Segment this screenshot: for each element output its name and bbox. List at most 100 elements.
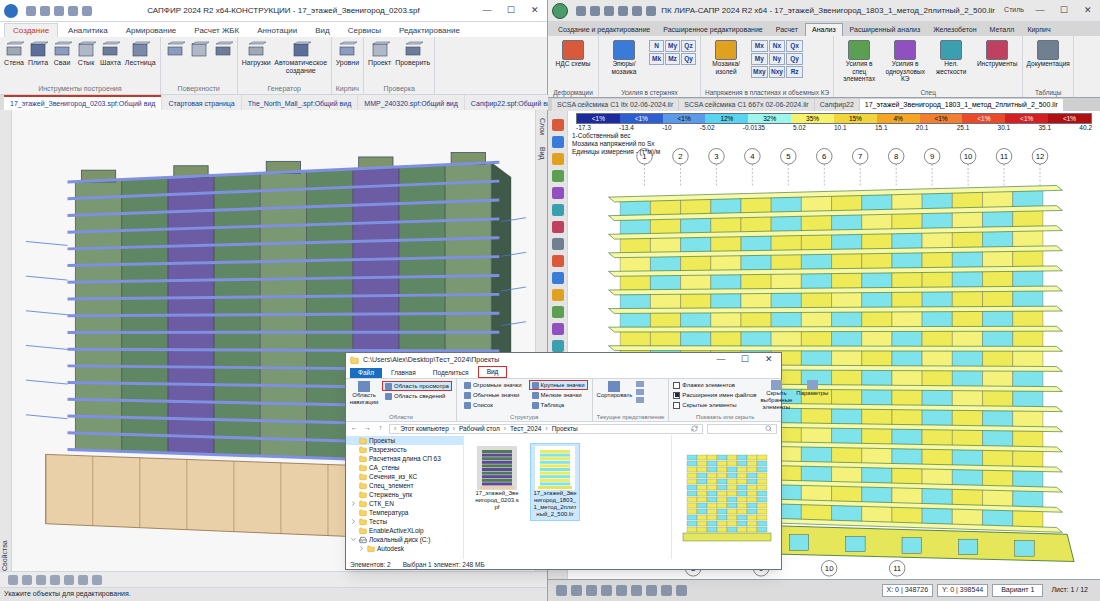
hide-selected-button[interactable]: Скрыть выбранные элементы — [760, 380, 792, 413]
force-glyph-button[interactable]: Mz — [665, 53, 680, 65]
maximize-button[interactable]: ☐ — [733, 353, 757, 367]
side-panel-tab[interactable]: Слои — [536, 118, 547, 135]
address-segment[interactable]: Этот компьютер — [400, 424, 449, 434]
force-glyph-button[interactable]: Qx — [786, 40, 803, 52]
view-checkbox[interactable]: Расширения имен файлов — [673, 390, 756, 400]
force-glyph-button[interactable]: Nx — [769, 40, 786, 52]
ribbon-button[interactable]: Документация — [1027, 40, 1069, 68]
toolbar-icon[interactable] — [22, 575, 32, 585]
toolbar-icon[interactable] — [586, 585, 597, 596]
tree-item[interactable]: EnableActiveXLoip — [346, 526, 463, 535]
force-glyph-button[interactable]: Qz — [681, 40, 696, 52]
document-tab[interactable]: 17_этажей_Звенигород_1803_1_метод_2плитн… — [860, 99, 1063, 111]
document-tab[interactable]: SCSA сейсмика С1 ltx 02-06-2024.lir — [552, 99, 678, 111]
toolbar-icon[interactable] — [616, 585, 627, 596]
address-bar[interactable]: ›Этот компьютер›Рабочий стол›Тест_2024›П… — [389, 424, 703, 434]
quick-access-icon[interactable] — [618, 6, 628, 16]
quick-access-icon[interactable] — [54, 6, 64, 16]
ribbon-tab[interactable]: Армирование — [118, 24, 185, 37]
quick-access-icon[interactable] — [40, 6, 50, 16]
tree-item[interactable]: Тесты — [346, 517, 463, 526]
ribbon-tab[interactable]: Кирпич — [1021, 24, 1056, 36]
force-glyph-button[interactable]: Rz — [786, 66, 803, 78]
toolbar-icon[interactable] — [571, 585, 582, 596]
tree-item[interactable]: Проекты — [346, 436, 463, 445]
document-tab[interactable]: Сапфир22 — [815, 99, 859, 111]
close-button[interactable]: ✕ — [1076, 0, 1100, 21]
ribbon-tab[interactable]: Создание и редактирование — [552, 24, 656, 36]
force-glyph-button[interactable]: My — [665, 40, 680, 52]
address-segment[interactable]: Тест_2024 — [510, 424, 542, 434]
nav-button[interactable]: → — [363, 423, 372, 434]
ribbon-tab[interactable]: Расширенное редактирование — [657, 24, 768, 36]
quick-access-icon[interactable] — [604, 6, 614, 16]
toolbar-icon[interactable] — [646, 585, 657, 596]
view-option-icon[interactable] — [636, 397, 644, 403]
ribbon-tab[interactable]: Металл — [984, 24, 1021, 36]
close-button[interactable]: ✕ — [523, 0, 547, 21]
toolbar-icon[interactable] — [661, 585, 672, 596]
pane-toggle[interactable]: Область просмотра — [382, 381, 452, 391]
toolbar-icon[interactable] — [50, 575, 60, 585]
ribbon-tool[interactable]: Проверить — [395, 41, 430, 67]
quick-access-icon[interactable] — [26, 6, 36, 16]
ribbon-tab[interactable]: Файл — [350, 368, 382, 378]
address-segment[interactable]: Проекты — [552, 424, 578, 434]
toolbar-icon[interactable] — [36, 575, 46, 585]
layout-option[interactable]: Огромные значки — [461, 380, 525, 390]
maximize-button[interactable]: ☐ — [499, 0, 523, 21]
file-item[interactable]: 17_этажей_Звенигород_1803_1_метод_2плитн… — [530, 443, 580, 521]
toolbar-icon[interactable] — [8, 575, 18, 585]
quick-access-icon[interactable] — [68, 6, 78, 16]
layout-option[interactable]: Мелкие значки — [529, 390, 588, 400]
ribbon-tool[interactable]: Стена — [4, 41, 24, 67]
tree-item[interactable]: Стержень_упк — [346, 490, 463, 499]
ribbon-tab[interactable]: Расчет — [770, 24, 804, 36]
variant-select[interactable]: Вариант 1 — [992, 584, 1043, 597]
layout-option[interactable]: Обычные значки — [461, 390, 525, 400]
close-button[interactable]: ✕ — [757, 353, 781, 367]
ribbon-tab[interactable]: Главная — [383, 368, 424, 378]
force-glyph-button[interactable]: Ny — [769, 53, 786, 65]
ribbon-tool[interactable]: Автоматическое создание — [275, 41, 327, 75]
ribbon-tab[interactable]: Железобетон — [927, 24, 982, 36]
toolbar-icon[interactable] — [552, 153, 564, 165]
view-option-icon[interactable] — [636, 389, 644, 395]
toolbar-icon[interactable] — [552, 340, 564, 352]
force-glyph-button[interactable]: Mxy — [751, 66, 768, 78]
toolbar-icon[interactable] — [552, 306, 564, 318]
toolbar-icon[interactable] — [556, 585, 567, 596]
toolbar-icon[interactable] — [601, 585, 612, 596]
ribbon-tool[interactable]: Шахта — [100, 41, 121, 67]
sort-button[interactable]: Сортировать — [597, 381, 633, 413]
layout-option[interactable]: Таблица — [529, 400, 588, 410]
ribbon-tab[interactable]: Поделиться — [425, 368, 477, 378]
ribbon-tab[interactable]: Аналитика — [60, 24, 116, 37]
minimize-button[interactable]: — — [1028, 0, 1052, 21]
ribbon-button[interactable]: Мозаика/ изолей — [705, 40, 747, 75]
ribbon-tab[interactable]: Редактирование — [391, 24, 468, 37]
toolbar-icon[interactable] — [552, 170, 564, 182]
ribbon-button[interactable]: Эпюры/ мозаика — [603, 40, 645, 75]
ribbon-tab[interactable]: Расширенный анализ — [844, 24, 927, 36]
toolbar-icon[interactable] — [552, 204, 564, 216]
ribbon-tab[interactable]: Вид — [478, 366, 508, 378]
force-glyph-button[interactable]: Qy — [681, 53, 696, 65]
toolbar-icon[interactable] — [552, 187, 564, 199]
tree-item[interactable]: СА_стены — [346, 463, 463, 472]
view-checkbox[interactable]: Флажки элементов — [673, 380, 756, 390]
toolbar-icon[interactable] — [552, 119, 564, 131]
tree-item[interactable]: СТК_EN — [346, 499, 463, 508]
ribbon-tool[interactable]: Сваи — [52, 41, 72, 67]
toolbar-icon[interactable] — [78, 575, 88, 585]
toolbar-icon[interactable] — [64, 575, 74, 585]
tree-item[interactable]: Разрезность — [346, 445, 463, 454]
view-option-icon[interactable] — [636, 381, 644, 387]
toolbar-icon[interactable] — [552, 289, 564, 301]
side-panel-tab[interactable]: Вид — [536, 147, 547, 160]
document-tab[interactable]: Сапфир22.spf:Общий вид — [465, 95, 561, 110]
ribbon-button[interactable]: Усилия в одноузловых КЭ — [884, 40, 926, 83]
nav-button[interactable]: ↑ — [376, 423, 385, 434]
toolbar-icon[interactable] — [552, 323, 564, 335]
layout-option[interactable]: Крупные значки — [529, 380, 588, 390]
